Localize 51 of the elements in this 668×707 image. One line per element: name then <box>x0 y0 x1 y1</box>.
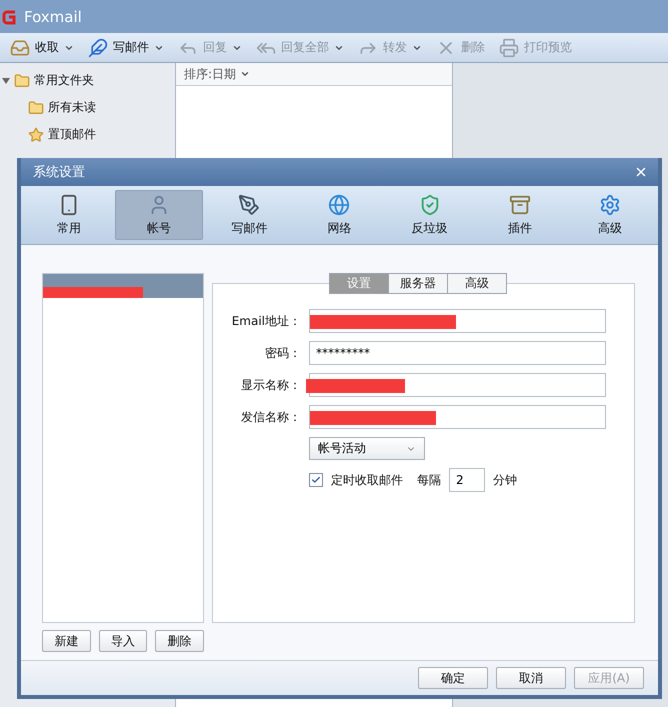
settings-tab[interactable]: 高级 <box>566 190 654 240</box>
folder-label[interactable]: 置顶邮件 <box>48 126 96 143</box>
inbox-icon <box>10 38 30 58</box>
app-title: Foxmail <box>24 8 82 26</box>
pen-icon <box>238 194 260 216</box>
field-label: 显示名称： <box>240 376 301 394</box>
settings-icon <box>598 194 621 216</box>
settings-tab[interactable]: 写邮件 <box>205 190 294 240</box>
sort-dropdown[interactable]: 排序:日期 <box>184 66 250 82</box>
account-button[interactable]: 导入 <box>98 630 148 652</box>
settings-tab[interactable]: 插件 <box>476 190 564 240</box>
input-field[interactable]: ********* <box>309 341 606 365</box>
logo-icon <box>2 8 18 24</box>
caret-icon <box>240 69 250 79</box>
archive-icon <box>508 194 531 216</box>
dialog-button[interactable]: 取消 <box>496 667 566 689</box>
field-label: 发信名称： <box>240 408 301 426</box>
folder-label[interactable]: 常用文件夹 <box>34 72 94 89</box>
feather-icon <box>88 38 108 58</box>
input-field[interactable] <box>309 405 606 429</box>
settings-tab[interactable]: 网络 <box>295 190 384 240</box>
input-field[interactable] <box>309 373 606 397</box>
folder-icon <box>14 72 30 88</box>
star-icon <box>28 126 44 142</box>
checkbox[interactable] <box>309 473 323 487</box>
expanded-triangle-icon[interactable] <box>2 76 10 84</box>
toolbar-button[interactable]: 写邮件 <box>88 38 164 58</box>
folder-icon <box>28 100 44 116</box>
dialog-button[interactable]: 确定 <box>418 667 488 689</box>
interval-label: 每隔 <box>417 472 441 488</box>
printer-icon <box>499 38 519 58</box>
unit-label: 分钟 <box>493 472 517 488</box>
checkbox-label: 定时收取邮件 <box>331 472 403 488</box>
settings-tab[interactable]: 常用 <box>25 190 113 240</box>
field-label: 密码： <box>264 344 301 362</box>
folder-label[interactable]: 所有未读 <box>48 99 96 116</box>
close-icon[interactable] <box>634 165 648 179</box>
subtab[interactable]: 高级 <box>447 273 507 294</box>
subtab[interactable]: 服务器 <box>388 273 448 294</box>
input-field[interactable] <box>309 309 606 333</box>
toolbar-button[interactable]: 收取 <box>10 38 74 58</box>
check-icon <box>311 475 321 485</box>
settings-tab[interactable]: 帐号 <box>115 190 204 240</box>
field-label: Email地址： <box>230 312 301 330</box>
status-dropdown[interactable]: 帐号活动 <box>309 437 425 460</box>
dialog-title: 系统设置 <box>33 164 85 181</box>
account-button[interactable]: 删除 <box>155 630 204 652</box>
settings-tab[interactable]: 反垃圾 <box>386 190 474 240</box>
interval-field[interactable]: 2 <box>449 468 485 492</box>
globe-icon <box>328 194 350 216</box>
account-button[interactable]: 新建 <box>42 630 91 652</box>
